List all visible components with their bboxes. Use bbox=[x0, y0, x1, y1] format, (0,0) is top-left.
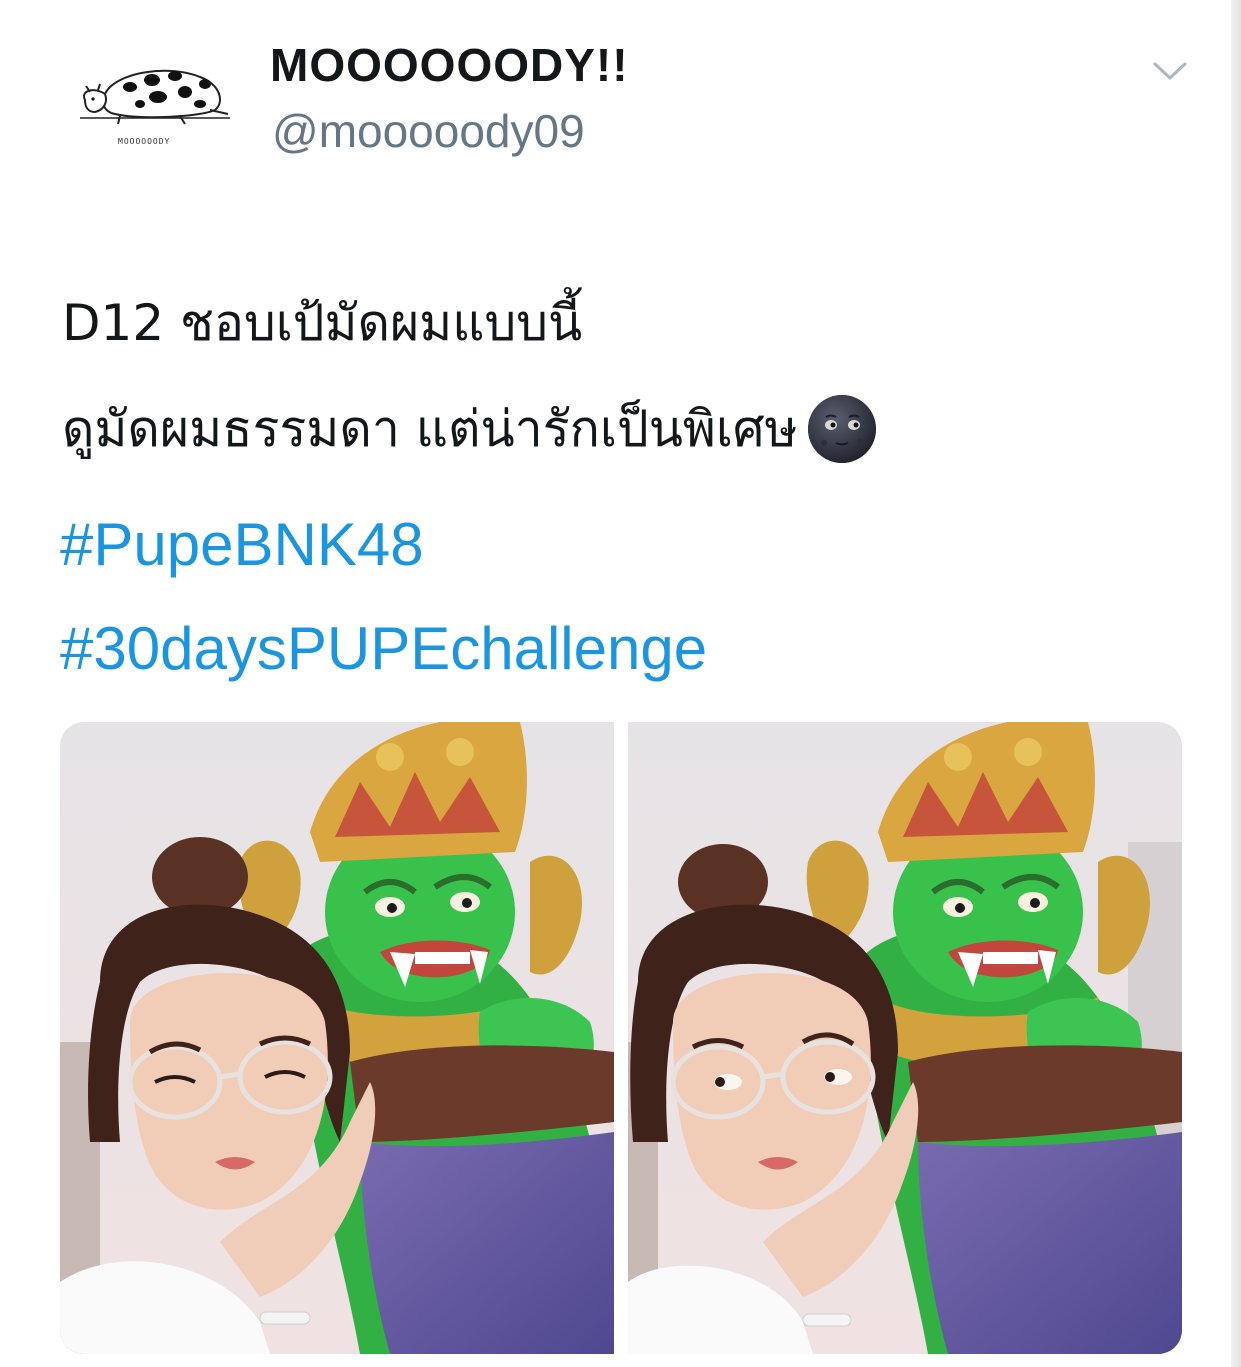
scroll-edge bbox=[1231, 0, 1241, 1367]
tweet-text-line-1: D12 ชอบเป้มัดผมแบบนี้ bbox=[62, 294, 583, 352]
avatar[interactable] bbox=[60, 32, 240, 172]
hashtag-link-pupebnk48[interactable]: #PupeBNK48 bbox=[60, 510, 424, 579]
photo-icon bbox=[628, 722, 1182, 1354]
tweet-photo-1[interactable] bbox=[60, 722, 614, 1354]
hashtag-link-30dayspupechallenge[interactable]: #30daysPUPEchallenge bbox=[60, 614, 707, 683]
tweet-photo-2[interactable] bbox=[628, 722, 1182, 1354]
user-handle[interactable]: @mooooody09 bbox=[272, 104, 585, 158]
chevron-down-icon bbox=[1153, 62, 1187, 80]
cow-icon bbox=[80, 69, 230, 125]
tweet-text-line-2-text: ดูมัดผมธรรมดา แต่น่ารักเป็นพิเศษ bbox=[62, 400, 798, 458]
tweet-menu-button[interactable] bbox=[1150, 56, 1190, 86]
avatar-caption: MOOOOOODY bbox=[118, 137, 171, 146]
tweet-text-line-2: ดูมัดผมธรรมดา แต่น่ารักเป็นพิเศษ bbox=[62, 390, 878, 469]
photo-icon bbox=[60, 722, 614, 1354]
display-name[interactable]: MOOOOOODY!! bbox=[270, 38, 629, 92]
new-moon-face-icon bbox=[807, 394, 876, 463]
